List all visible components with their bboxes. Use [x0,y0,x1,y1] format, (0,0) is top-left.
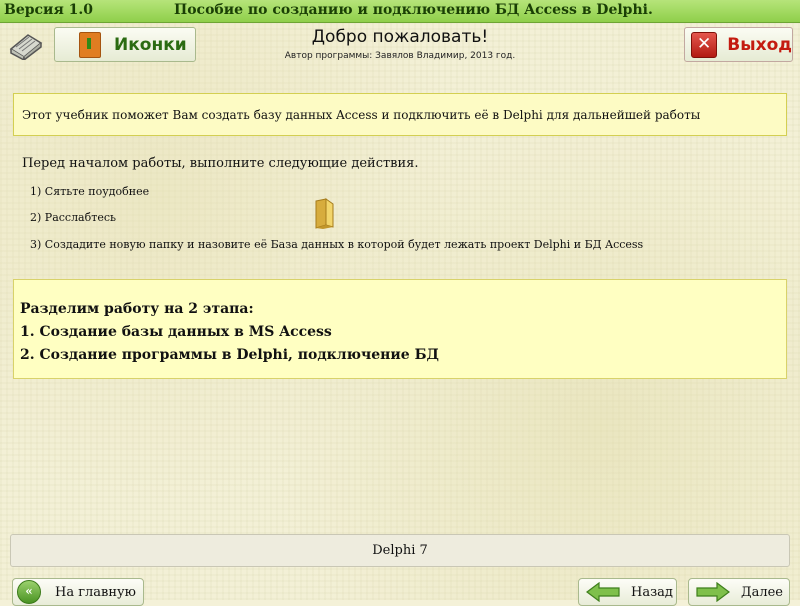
exit-button-label: Выход [727,34,792,55]
next-button-label: Далее [741,584,783,600]
back-button-label: Назад [631,584,673,600]
home-button[interactable]: « На главную [12,578,144,606]
stages-heading: Разделим работу на 2 этапа: [20,301,254,317]
stage-item: 2. Создание программы в Delphi, подключе… [20,347,439,363]
version-label: Версия 1.0 [4,2,94,18]
stage-item: 1. Создание базы данных в MS Access [20,324,332,340]
intro-box: Этот учебник поможет Вам создать базу да… [13,93,787,136]
arrow-right-icon [696,582,730,602]
close-icon: ✕ [691,31,718,58]
double-chevron-left-icon: « [17,580,41,604]
welcome-heading: Добро пожаловать! [311,27,489,47]
status-bar: Delphi 7 [10,534,790,567]
step-item: 2) Расслабтесь [30,211,116,224]
folder-icon [315,198,334,229]
author-line: Автор программы: Завялов Владимир, 2013 … [284,51,516,61]
step-item: 3) Создадите новую папку и назовите её Б… [30,238,644,251]
next-button[interactable]: Далее [688,578,790,606]
window-title: Пособие по созданию и подключению БД Acc… [174,2,653,18]
before-start-text: Перед началом работы, выполните следующи… [22,156,419,171]
title-bar: Версия 1.0 Пособие по созданию и подключ… [0,0,800,23]
back-button[interactable]: Назад [578,578,677,606]
arrow-left-icon [586,582,620,602]
step-item: 1) Сятьте поудобнее [30,185,150,198]
exit-button[interactable]: ✕ Выход [684,27,793,62]
stages-box: Разделим работу на 2 этапа: 1. Создание … [13,279,787,379]
home-button-label: На главную [55,584,136,600]
